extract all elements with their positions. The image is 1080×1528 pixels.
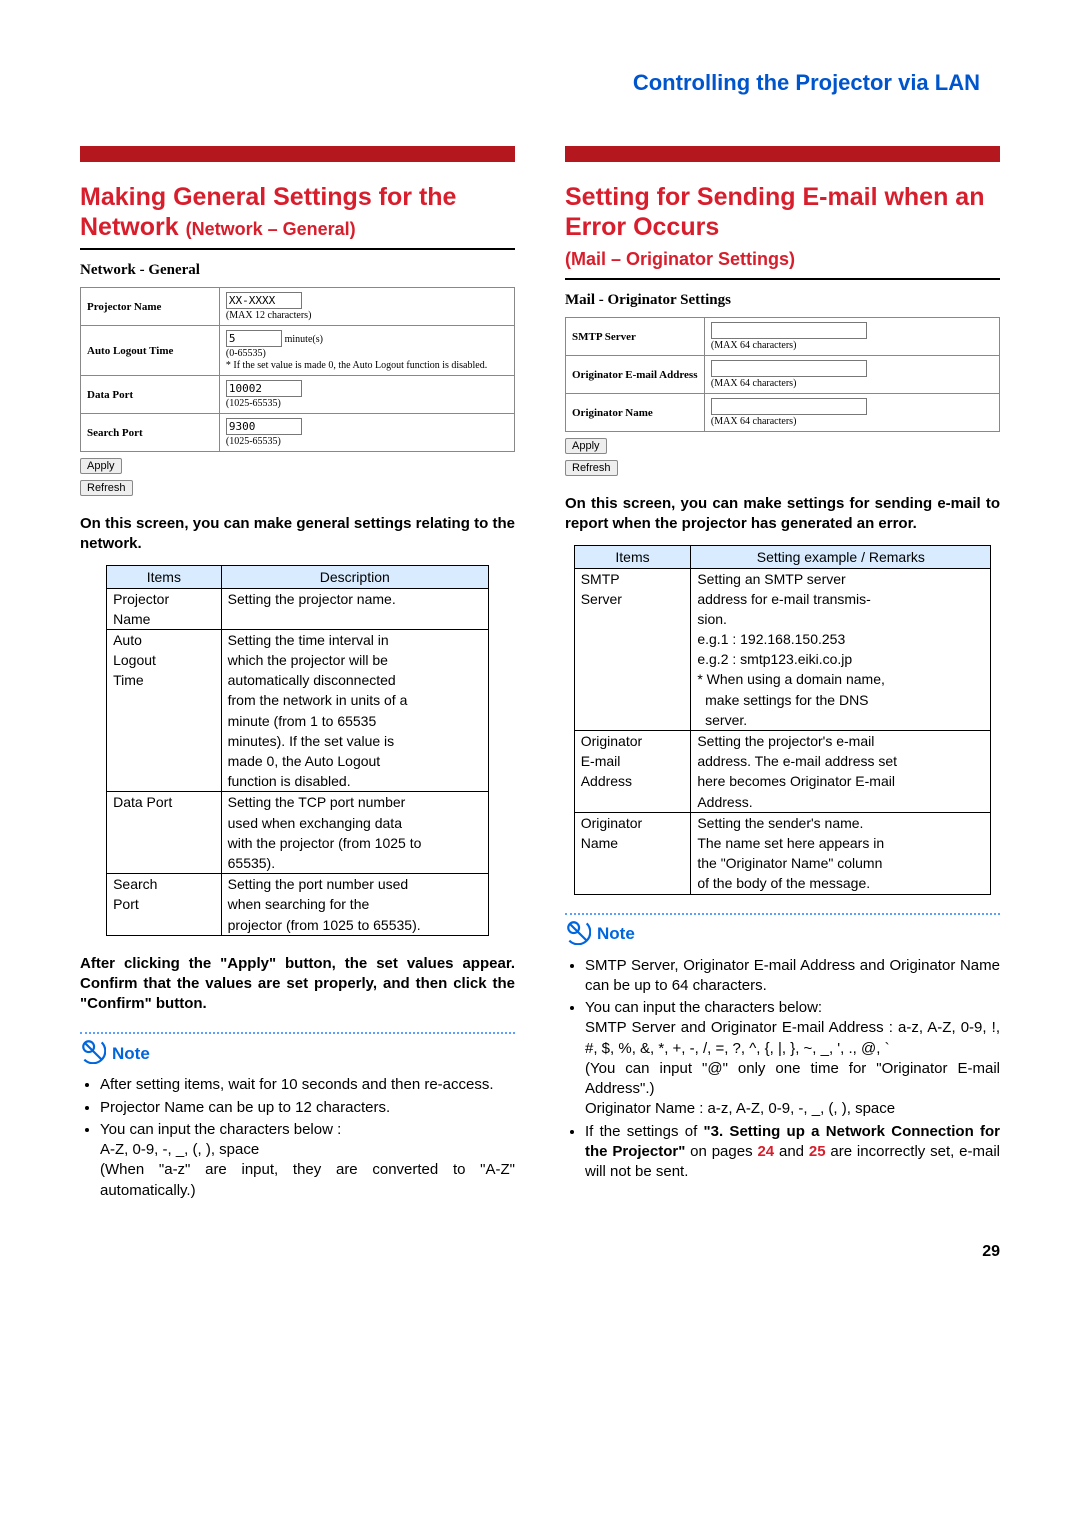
- net-pre: If the settings of: [585, 1123, 704, 1140]
- left-title-sub: (Network – General): [186, 219, 356, 239]
- projector-name-label: Projector Name: [81, 288, 220, 326]
- note-label-left: Note: [80, 1038, 150, 1069]
- form-title-right: Mail - Originator Settings: [565, 292, 1000, 309]
- chars-paren: (You can input "@" only one time for "Or…: [585, 1060, 1000, 1097]
- list-item: SMTP Server, Originator E-mail Address a…: [585, 956, 1000, 997]
- list-item: You can input the characters below: SMTP…: [585, 998, 1000, 1120]
- th-desc: Description: [221, 565, 488, 588]
- search-port-input[interactable]: [226, 418, 302, 435]
- search-port-range: (1025-65535): [226, 436, 281, 447]
- auto-logout-unit: minute(s): [285, 334, 323, 345]
- auto-logout-range: (0-65535): [226, 348, 266, 359]
- after-apply-text: After clicking the "Apply" button, the s…: [80, 954, 515, 1015]
- data-port-range: (1025-65535): [226, 398, 281, 409]
- list-item: Projector Name can be up to 12 character…: [100, 1098, 515, 1118]
- apply-button[interactable]: Apply: [565, 438, 607, 454]
- note-text: Note: [112, 1044, 150, 1064]
- smtp-hint: (MAX 64 characters): [711, 340, 797, 351]
- orig-name-label: Originator Name: [566, 394, 705, 432]
- right-title-sub: (Mail – Originator Settings): [565, 249, 795, 269]
- right-section-title: Setting for Sending E-mail when an Error…: [565, 182, 1000, 272]
- net-mid: on pages: [685, 1143, 757, 1160]
- note-icon: [80, 1038, 106, 1069]
- data-port-label: Data Port: [81, 376, 220, 414]
- page-link-25[interactable]: 25: [809, 1143, 826, 1160]
- auto-logout-input[interactable]: [226, 330, 282, 347]
- left-column: Making General Settings for the Network …: [80, 146, 515, 1203]
- net-and: and: [774, 1143, 809, 1160]
- list-item: If the settings of "3. Setting up a Netw…: [585, 1122, 1000, 1183]
- mail-originator-form: SMTP Server (MAX 64 characters) Originat…: [565, 317, 1000, 432]
- th-items: Items: [574, 545, 691, 568]
- note-icon: [565, 919, 591, 950]
- apply-button[interactable]: Apply: [80, 458, 122, 474]
- divider: [80, 248, 515, 250]
- orig-email-label: Originator E-mail Address: [566, 356, 705, 394]
- note-text: Note: [597, 924, 635, 944]
- red-bar: [80, 146, 515, 162]
- data-port-input[interactable]: [226, 380, 302, 397]
- dotted-separator: [565, 913, 1000, 915]
- left-desc-table: Items Description ProjectorSetting the p…: [106, 565, 489, 936]
- auto-logout-label: Auto Logout Time: [81, 326, 220, 376]
- orig-email-input[interactable]: [711, 360, 867, 377]
- th-items: Items: [107, 565, 222, 588]
- orig-name-input[interactable]: [711, 398, 867, 415]
- left-section-title: Making General Settings for the Network …: [80, 182, 515, 242]
- form-title-left: Network - General: [80, 262, 515, 279]
- left-intro: On this screen, you can make general set…: [80, 514, 515, 555]
- right-intro: On this screen, you can make settings fo…: [565, 494, 1000, 535]
- projector-name-input[interactable]: [226, 292, 302, 309]
- note-label-right: Note: [565, 919, 635, 950]
- right-column: Setting for Sending E-mail when an Error…: [565, 146, 1000, 1203]
- dotted-separator: [80, 1032, 515, 1034]
- smtp-input[interactable]: [711, 322, 867, 339]
- page-number: 29: [80, 1243, 1000, 1261]
- orig-name-hint: (MAX 64 characters): [711, 416, 797, 427]
- projector-name-hint: (MAX 12 characters): [226, 310, 312, 321]
- orig-email-hint: (MAX 64 characters): [711, 378, 797, 389]
- left-notes-list: After setting items, wait for 10 seconds…: [86, 1075, 515, 1201]
- right-title-main: Setting for Sending E-mail when an Error…: [565, 183, 984, 241]
- list-item: After setting items, wait for 10 seconds…: [100, 1075, 515, 1095]
- refresh-button[interactable]: Refresh: [80, 480, 133, 496]
- auto-logout-note: * If the set value is made 0, the Auto L…: [226, 360, 487, 371]
- right-notes-list: SMTP Server, Originator E-mail Address a…: [571, 956, 1000, 1183]
- chars-intro: You can input the characters below:: [585, 999, 822, 1016]
- th-desc: Setting example / Remarks: [691, 545, 991, 568]
- smtp-label: SMTP Server: [566, 318, 705, 356]
- search-port-label: Search Port: [81, 414, 220, 452]
- network-general-form: Projector Name (MAX 12 characters) Auto …: [80, 287, 515, 452]
- refresh-button[interactable]: Refresh: [565, 460, 618, 476]
- red-bar: [565, 146, 1000, 162]
- page-link-24[interactable]: 24: [757, 1143, 774, 1160]
- chars-line2: Originator Name : a-z, A-Z, 0-9, -, _, (…: [585, 1100, 895, 1117]
- chars-line1: SMTP Server and Originator E-mail Addres…: [585, 1019, 1000, 1056]
- right-desc-table: Items Setting example / Remarks SMTPSett…: [574, 545, 992, 895]
- list-item: You can input the characters below : A-Z…: [100, 1120, 515, 1201]
- divider: [565, 278, 1000, 280]
- page-title: Controlling the Projector via LAN: [80, 70, 980, 96]
